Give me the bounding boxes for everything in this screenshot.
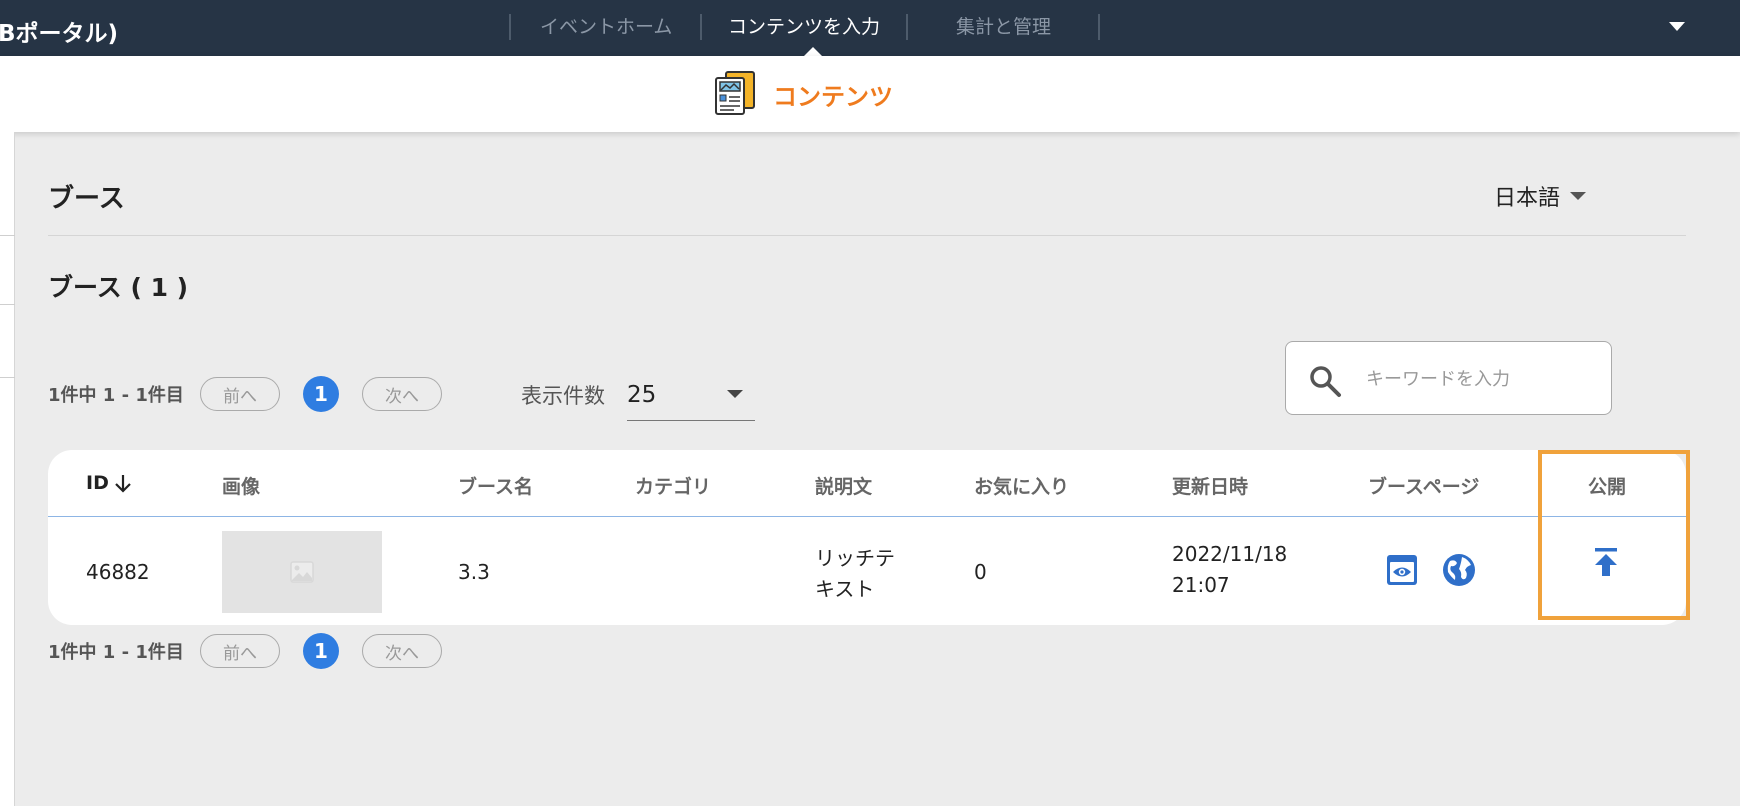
page-title: ブース <box>48 184 125 214</box>
column-header-description: 説明文 <box>815 476 873 498</box>
section-title: ブース ( 1 ) <box>48 273 189 302</box>
booth-table: ID 画像 ブース名 カテゴリ 説明文 お気に入り 更新日時 ブースページ 公開… <box>48 450 1686 625</box>
subheader-title: コンテンツ <box>773 83 893 111</box>
sort-arrow-down-icon[interactable] <box>113 472 133 494</box>
next-page-button[interactable]: 次へ <box>362 634 442 668</box>
cell-updated-time: 21:07 <box>1172 573 1230 597</box>
column-header-id-label: ID <box>86 472 109 494</box>
publish-upload-icon[interactable] <box>1592 546 1620 578</box>
sidebar-divider <box>0 377 15 378</box>
image-placeholder-icon <box>290 561 314 583</box>
column-header-id[interactable]: ID <box>86 472 133 494</box>
cell-booth-name: 3.3 <box>458 560 490 584</box>
prev-page-button[interactable]: 前へ <box>200 634 280 668</box>
column-header-booth-page: ブースページ <box>1368 476 1480 498</box>
tab-enter-content[interactable]: コンテンツを入力 <box>728 12 880 39</box>
chevron-down-icon <box>1570 192 1587 200</box>
app-title: Bポータル) <box>0 21 119 47</box>
booth-thumbnail[interactable] <box>222 531 382 613</box>
content-document-icon <box>715 71 755 115</box>
page-number-button[interactable]: 1 <box>303 633 339 669</box>
tab-event-home[interactable]: イベントホーム <box>540 12 672 39</box>
column-header-image: 画像 <box>222 476 261 498</box>
sidebar-divider <box>0 304 15 305</box>
search-icon <box>1310 366 1341 397</box>
top-nav-bar: Bポータル) イベントホーム コンテンツを入力 集計と管理 <box>0 0 1740 57</box>
left-sidebar-edge <box>0 132 15 806</box>
preview-eye-icon[interactable] <box>1386 554 1418 586</box>
cell-description-line1: リッチテ <box>815 546 895 570</box>
result-count: 1件中 1 - 1件目 <box>48 385 184 406</box>
column-header-publish: 公開 <box>1588 476 1627 498</box>
cell-updated-date: 2022/11/18 <box>1172 542 1288 566</box>
cell-favorites: 0 <box>974 560 987 584</box>
search-box[interactable] <box>1285 341 1612 415</box>
next-page-button[interactable]: 次へ <box>362 377 442 411</box>
per-page-select[interactable]: 25 <box>627 374 755 421</box>
nav-separator <box>1098 14 1100 40</box>
per-page-label: 表示件数 <box>521 384 605 408</box>
column-header-updated: 更新日時 <box>1172 476 1249 498</box>
header-divider <box>48 235 1686 236</box>
chevron-down-icon <box>727 390 743 398</box>
column-header-favorites: お気に入り <box>974 476 1070 498</box>
sidebar-divider <box>0 235 15 236</box>
page-number-button[interactable]: 1 <box>303 376 339 412</box>
nav-separator <box>509 14 511 40</box>
language-select[interactable]: 日本語 <box>1494 180 1587 212</box>
per-page-value: 25 <box>627 382 657 408</box>
globe-icon[interactable] <box>1442 553 1476 587</box>
content-subheader: コンテンツ <box>0 56 1740 132</box>
prev-page-button[interactable]: 前へ <box>200 377 280 411</box>
table-header-divider <box>48 516 1686 517</box>
pagination-bottom: 1件中 1 - 1件目 前へ 1 次へ <box>48 633 442 669</box>
cell-description-line2: キスト <box>815 577 875 601</box>
column-header-name: ブース名 <box>458 476 534 498</box>
search-input[interactable] <box>1366 362 1596 396</box>
language-value: 日本語 <box>1494 186 1561 211</box>
column-header-category: カテゴリ <box>635 476 712 498</box>
cell-id: 46882 <box>86 560 150 584</box>
account-dropdown-icon[interactable] <box>1669 22 1685 31</box>
tab-summary-management[interactable]: 集計と管理 <box>956 12 1051 39</box>
pagination-top: 1件中 1 - 1件目 前へ 1 次へ <box>48 376 442 412</box>
nav-separator <box>906 14 908 40</box>
result-count: 1件中 1 - 1件目 <box>48 642 184 663</box>
nav-separator <box>700 14 702 40</box>
